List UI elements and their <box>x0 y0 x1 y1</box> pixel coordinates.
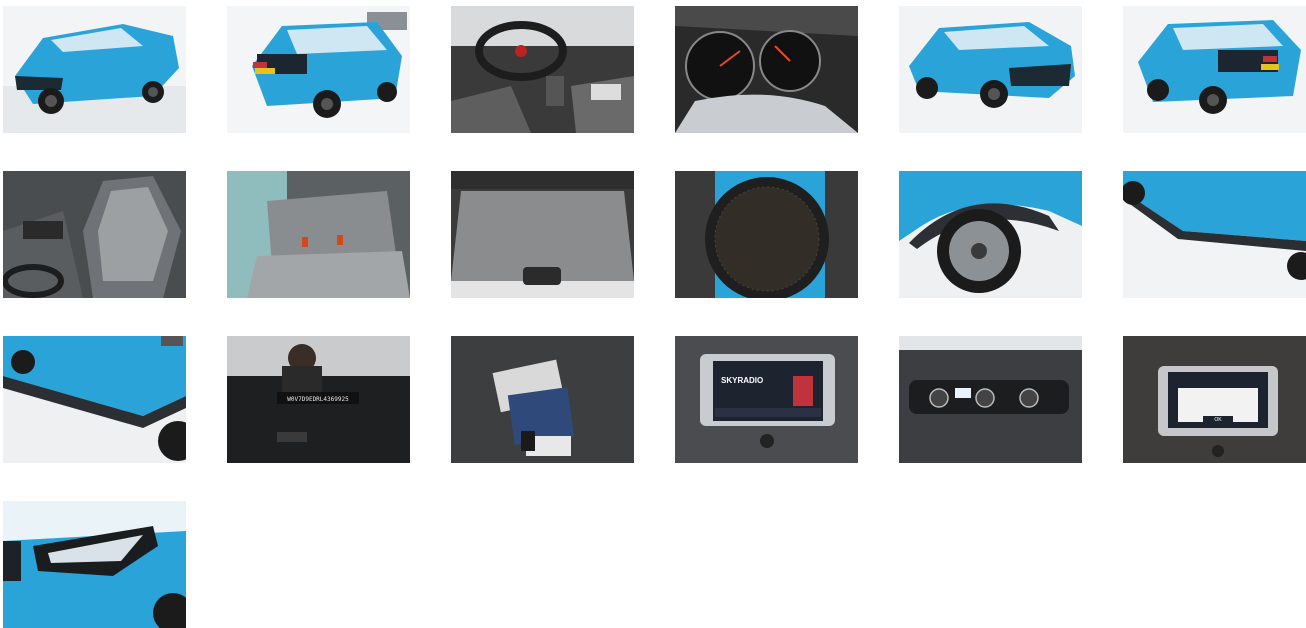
photo-thumbnail-infotainment-dialog[interactable]: OK <box>1123 336 1306 463</box>
climate-control-image <box>899 336 1082 463</box>
photo-thumbnail-climate-control[interactable] <box>899 336 1082 463</box>
car-front-left-image-2 <box>899 6 1082 133</box>
photo-thumbnail-vin-plate[interactable]: W0V7D9EDRL4369925 <box>227 336 410 463</box>
photo-thumbnail-speaker[interactable] <box>675 171 858 298</box>
photo-thumbnail-side-panel[interactable] <box>1123 171 1306 298</box>
photo-thumbnail-exterior-rear-right[interactable] <box>227 6 410 133</box>
photo-thumbnail-wheel[interactable] <box>899 171 1082 298</box>
photo-thumbnail-infotainment-radio[interactable]: SKYRADIO <box>675 336 858 463</box>
interior-dashboard-image <box>451 6 634 133</box>
photo-thumbnail-front-seats[interactable] <box>3 171 186 298</box>
photo-thumbnail-rear-seats[interactable] <box>227 171 410 298</box>
side-panel-image <box>1123 171 1306 298</box>
trunk-image <box>451 171 634 298</box>
photo-thumbnail-exterior-rear-right-2[interactable] <box>1123 6 1306 133</box>
radio-station-text: SKYRADIO <box>721 376 763 385</box>
front-seats-image <box>3 171 186 298</box>
photo-gallery: W0V7D9EDRL4369925 SKYRADIO OK <box>0 0 1306 628</box>
car-rear-right-image-2 <box>1123 6 1306 133</box>
wheel-image <box>899 171 1082 298</box>
photo-thumbnail-instrument-cluster[interactable] <box>675 6 858 133</box>
vin-plate-image: W0V7D9EDRL4369925 <box>227 336 410 463</box>
car-front-left-image <box>3 6 186 133</box>
photo-thumbnail-exterior-front-left-2[interactable] <box>899 6 1082 133</box>
instrument-cluster-image <box>675 6 858 133</box>
photo-thumbnail-interior-dashboard[interactable] <box>451 6 634 133</box>
manuals-keys-image <box>451 336 634 463</box>
vin-text: W0V7D9EDRL4369925 <box>287 396 349 403</box>
car-rear-right-image <box>227 6 410 133</box>
dialog-ok-text: OK <box>1214 417 1222 423</box>
photo-thumbnail-trunk[interactable] <box>451 171 634 298</box>
photo-thumbnail-exterior-front-left[interactable] <box>3 6 186 133</box>
speaker-image <box>675 171 858 298</box>
photo-thumbnail-rear-quarter[interactable] <box>3 336 186 463</box>
rear-seats-image <box>227 171 410 298</box>
headlight-image <box>3 501 186 628</box>
infotainment-radio-image: SKYRADIO <box>675 336 858 463</box>
photo-thumbnail-headlight[interactable] <box>3 501 186 628</box>
infotainment-dialog-image: OK <box>1123 336 1306 463</box>
photo-thumbnail-manuals-keys[interactable] <box>451 336 634 463</box>
rear-quarter-image <box>3 336 186 463</box>
